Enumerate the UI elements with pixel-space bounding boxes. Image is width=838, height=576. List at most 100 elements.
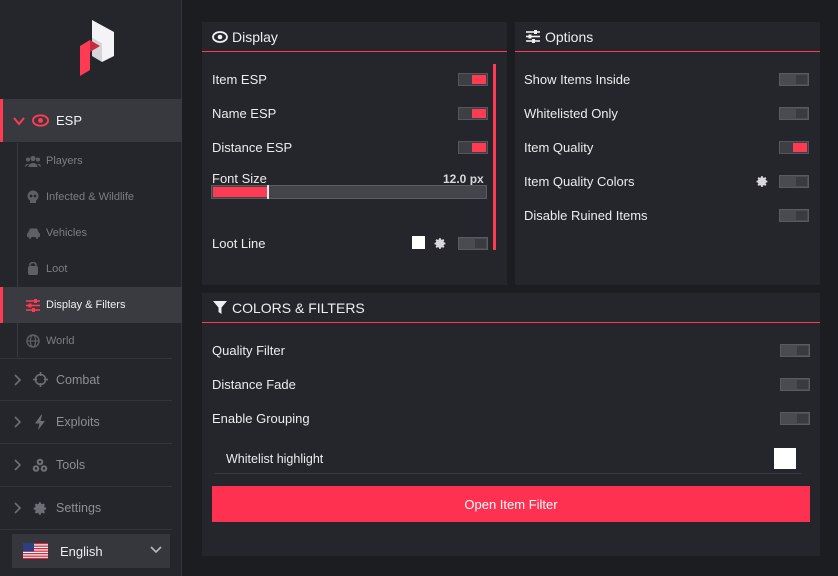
chevron-right-icon [14, 416, 22, 428]
subitem-loot-label: Loot [46, 263, 68, 275]
car-icon [25, 225, 41, 241]
name-esp-label: Name ESP [212, 105, 277, 121]
options-panel: Options Show Items Inside Whitelisted On… [515, 22, 820, 285]
distance-esp-toggle[interactable] [458, 141, 488, 154]
nav-esp-label: ESP [56, 113, 83, 128]
colors-filters-header: COLORS & FILTERS [202, 293, 820, 323]
open-item-filter-button[interactable]: Open Item Filter [212, 486, 810, 522]
loot-line-label: Loot Line [212, 235, 266, 251]
language-label: English [60, 543, 103, 559]
disable-ruined-items-toggle[interactable] [779, 209, 809, 222]
name-esp-toggle[interactable] [458, 107, 488, 120]
tools-icon [32, 457, 48, 473]
nav-tools-label: Tools [56, 458, 86, 472]
display-panel-scrollbar[interactable] [493, 64, 496, 250]
distance-esp-label: Distance ESP [212, 139, 293, 155]
players-icon [25, 153, 41, 169]
item-quality-label: Item Quality [524, 139, 594, 155]
subitem-display-filters[interactable]: Display & Filters [0, 287, 182, 323]
item-quality-row: Item Quality [524, 135, 593, 159]
gear-icon[interactable] [756, 175, 769, 188]
loot-line-color-swatch[interactable] [412, 236, 425, 249]
distance-fade-toggle[interactable] [780, 378, 810, 391]
enable-grouping-toggle[interactable] [780, 412, 810, 425]
colors-filters-panel: COLORS & FILTERS Quality Filter Distance… [202, 293, 820, 556]
loot-line-toggle[interactable] [458, 237, 488, 250]
quality-filter-label: Quality Filter [212, 342, 285, 358]
bolt-icon [32, 414, 48, 430]
chevron-right-icon [14, 502, 22, 514]
whitelist-highlight-label: Whitelist highlight [226, 451, 324, 466]
item-quality-colors-row: Item Quality Colors [524, 169, 635, 193]
chevron-right-icon [14, 459, 22, 471]
sliders-icon [25, 297, 41, 313]
display-panel-title: Display [232, 28, 278, 45]
subitem-infected-wildlife[interactable]: Infected & Wildlife [0, 179, 182, 215]
nav-combat-label: Combat [56, 372, 100, 387]
font-size-slider-knob[interactable] [267, 185, 269, 199]
subitem-infected-wildlife-label: Infected & Wildlife [46, 191, 135, 203]
chevron-down-icon [13, 116, 25, 126]
font-size-slider-fill [213, 187, 267, 197]
crosshair-icon [32, 372, 48, 388]
options-panel-header: Options [515, 22, 820, 52]
subitem-players[interactable]: Players [0, 143, 182, 179]
nav-tools[interactable]: Tools [0, 444, 172, 487]
nav-settings-label: Settings [56, 501, 102, 515]
whitelist-highlight-color-swatch[interactable] [774, 448, 796, 469]
filter-icon [212, 300, 228, 316]
item-quality-colors-toggle[interactable] [779, 175, 809, 188]
eye-icon [212, 29, 228, 45]
item-quality-colors-label: Item Quality Colors [524, 173, 635, 189]
subitem-vehicles-label: Vehicles [46, 227, 87, 239]
font-size-label: Font Size [212, 170, 267, 186]
nav-combat[interactable]: Combat [0, 358, 172, 401]
show-items-inside-toggle[interactable] [779, 73, 809, 86]
app-logo [80, 20, 114, 76]
disable-ruined-items-label: Disable Ruined Items [524, 207, 648, 223]
whitelisted-only-toggle[interactable] [779, 107, 809, 120]
subitem-display-filters-label: Display & Filters [46, 299, 126, 311]
show-items-inside-row: Show Items Inside [524, 67, 630, 91]
language-select[interactable]: English [12, 534, 170, 568]
sidebar: ESP Players Infected & Wildlife Vehicles… [0, 0, 182, 576]
subitem-players-label: Players [46, 155, 83, 167]
whitelisted-only-row: Whitelisted Only [524, 101, 618, 125]
loot-icon [25, 261, 41, 277]
gear-icon[interactable] [434, 237, 447, 250]
nav-exploits[interactable]: Exploits [0, 401, 172, 444]
whitelisted-only-label: Whitelisted Only [524, 105, 618, 121]
distance-esp-row: Distance ESP [212, 135, 292, 159]
show-items-inside-label: Show Items Inside [524, 71, 631, 87]
distance-fade-label: Distance Fade [212, 376, 296, 392]
item-esp-toggle[interactable] [458, 73, 488, 86]
name-esp-row: Name ESP [212, 101, 276, 125]
subitem-world[interactable]: World [0, 323, 182, 359]
nav-exploits-label: Exploits [56, 415, 100, 429]
loot-line-row: Loot Line [212, 231, 266, 255]
chevron-down-icon [150, 546, 162, 554]
quality-filter-toggle[interactable] [780, 344, 810, 357]
nav-esp[interactable]: ESP [0, 99, 182, 142]
disable-ruined-items-row: Disable Ruined Items [524, 203, 648, 227]
font-size-slider[interactable] [211, 185, 487, 199]
display-panel: Display Item ESP Name ESP Distance ESP F… [202, 22, 507, 285]
enable-grouping-label: Enable Grouping [212, 410, 310, 426]
subitem-vehicles[interactable]: Vehicles [0, 215, 182, 251]
whitelist-highlight-row: Whitelist highlight [215, 444, 801, 474]
subitem-world-label: World [46, 335, 75, 347]
enable-grouping-row: Enable Grouping [212, 406, 310, 430]
quality-filter-row: Quality Filter [212, 338, 285, 362]
skull-icon [25, 189, 41, 205]
gear-icon [32, 500, 48, 516]
nav-settings[interactable]: Settings [0, 487, 172, 530]
colors-filters-title: COLORS & FILTERS [232, 299, 365, 316]
globe-icon [25, 333, 41, 349]
eye-icon [32, 114, 49, 127]
chevron-right-icon [14, 373, 22, 386]
item-quality-toggle[interactable] [779, 141, 809, 154]
subitem-loot[interactable]: Loot [0, 251, 182, 287]
distance-fade-row: Distance Fade [212, 372, 296, 396]
options-panel-title: Options [545, 28, 594, 45]
item-esp-label: Item ESP [212, 71, 267, 87]
